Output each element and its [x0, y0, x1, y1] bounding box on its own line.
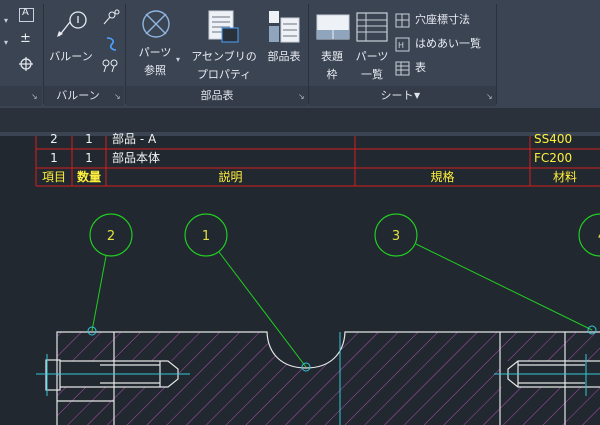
parts-list-table-icon [356, 12, 388, 42]
text-frame-label: A [22, 7, 29, 18]
bom-header-desc: 説明 [218, 170, 243, 184]
hole-chart-button[interactable]: 穴座標寸法 [395, 12, 495, 30]
text-frame-icon[interactable]: A [19, 7, 34, 22]
table-button[interactable]: 表 [395, 60, 495, 78]
crosshair-target-icon[interactable] [18, 56, 34, 76]
balloon-panel-title: バルーン [56, 89, 100, 102]
annotate-small-tools-panel: ▾ A ▾ ± ↘ [0, 0, 42, 108]
title-block-button[interactable]: 表題 枠 [313, 6, 351, 82]
sheet-panel-title[interactable]: シート [309, 89, 485, 103]
svg-text:H: H [398, 41, 404, 50]
auto-balloon-icon[interactable] [102, 8, 120, 30]
balloon-icon [57, 11, 87, 37]
bom-cell-desc: 部品本体 [112, 151, 161, 165]
hole-chart-label: 穴座標寸法 [415, 13, 470, 26]
balloon-4[interactable]: 4 [578, 213, 600, 257]
table-label: 表 [415, 61, 426, 74]
balloon-3-number: 3 [392, 229, 400, 244]
move-vertical-icon[interactable]: ± [20, 32, 31, 45]
bom-cell-item: 1 [50, 151, 58, 165]
parts-reference-button[interactable]: パーツ 参照 [130, 6, 180, 82]
move-vertical-label: ± [20, 31, 31, 46]
ribbon: ▾ A ▾ ± ↘ バルーン バルーン ↘ パーツ 参照 ▾ アセンブリの プロ… [0, 0, 600, 108]
bom-cell-material: FC200 [534, 151, 573, 165]
balloon-panel: バルーン バルーン ↘ [44, 0, 124, 108]
bom-header-qty: 数量 [76, 170, 101, 184]
panel-launcher-icon[interactable]: ↘ [298, 93, 305, 101]
bom-header-spec: 規格 [430, 170, 455, 184]
fits-list-icon: H [395, 37, 410, 52]
bom-cell-item: 2 [50, 132, 58, 146]
parts-reference-label-1: パーツ [138, 46, 172, 59]
parts-list-sheet-button[interactable]: パーツ 一覧 [351, 6, 393, 82]
balloon-1-number: 1 [202, 229, 210, 244]
assembly-properties-button[interactable]: アセンブリの プロパティ [188, 6, 260, 82]
assembly-properties-label-2: プロパティ [196, 68, 252, 81]
balloon-button[interactable]: バルーン [46, 6, 96, 70]
parts-list-sheet-label-2: 一覧 [361, 68, 383, 81]
dropdown-arrow-icon[interactable]: ▾ [4, 38, 8, 47]
fits-list-button[interactable]: H はめあい一覧 [395, 36, 495, 54]
bom-header-material: 材料 [552, 170, 577, 184]
assembly-properties-icon [208, 10, 239, 43]
parts-list-label: 部品表 [267, 50, 301, 63]
dropdown-arrow-icon[interactable]: ▾ [4, 16, 8, 25]
title-block-icon [316, 14, 350, 40]
bom-panel-title: 部品表 [200, 89, 234, 102]
bom-cell-qty: 1 [85, 132, 93, 146]
balloon-button-label: バルーン [49, 50, 93, 63]
bom-cell-material: SS400 [534, 132, 573, 146]
panel-launcher-icon[interactable]: ↘ [486, 93, 493, 101]
parts-reference-label-2: 参照 [144, 64, 166, 77]
dropdown-arrow-icon[interactable]: ▾ [176, 55, 180, 64]
panel-separator [496, 4, 497, 104]
panel-launcher-icon[interactable]: ↘ [31, 93, 38, 101]
hole-chart-icon [395, 13, 410, 28]
parts-reference-icon [142, 10, 170, 38]
bom-panel: パーツ 参照 ▾ アセンブリの プロパティ 部品表 部品表 ↘ [126, 0, 308, 108]
file-tab-strip [0, 108, 600, 132]
drawing-canvas[interactable]: 2 1 3 4 2 1 部品 - A SS400 1 1 [0, 132, 600, 425]
panel-launcher-icon[interactable]: ↘ [114, 93, 121, 101]
balloon-2-number: 2 [107, 229, 115, 244]
title-block-label-1: 表題 [321, 50, 343, 63]
balloon-3[interactable]: 3 [374, 213, 597, 335]
balloon-link-icon[interactable] [104, 36, 118, 56]
balloon-2[interactable]: 2 [87, 213, 133, 336]
bom-header-item: 項目 [41, 170, 66, 184]
table-icon [395, 61, 410, 76]
panel-expand-arrow-icon[interactable]: ▼ [414, 91, 420, 100]
parts-list-button[interactable]: 部品表 [262, 6, 306, 70]
parts-list-icon [269, 11, 300, 43]
bom-cell-qty: 1 [85, 151, 93, 165]
bom-cell-desc: 部品 - A [112, 132, 157, 146]
parts-list-sheet-label-1: パーツ [355, 50, 389, 63]
sheet-panel: 表題 枠 パーツ 一覧 穴座標寸法 H はめあい一覧 表 シート ▼ ↘ [309, 0, 496, 108]
assembly-properties-label-1: アセンブリの [191, 50, 257, 63]
fits-list-label: はめあい一覧 [415, 37, 481, 50]
title-block-label-2: 枠 [326, 68, 338, 81]
balloon-align-icon[interactable] [101, 58, 121, 78]
